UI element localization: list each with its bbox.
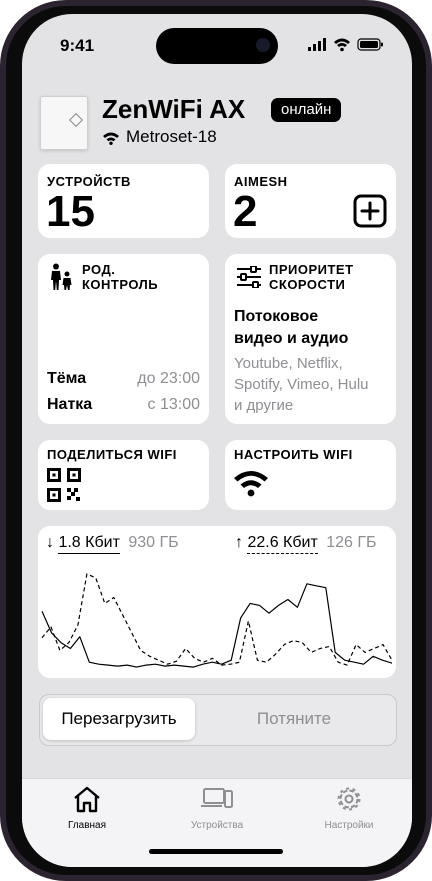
reboot-button[interactable]: Перезагрузить [43,698,195,740]
phone-frame: 9:41 ZenWiFi AX онлайн Metroset-18 УСТРО… [0,0,432,881]
priority-card[interactable]: ПРИОРИТЕТ СКОРОСТИ Потоковое видео и ауд… [225,254,396,424]
aimesh-card[interactable]: AIMESH 2 [225,164,396,238]
dynamic-island [156,28,278,64]
priority-mode-line1: Потоковое [234,308,319,325]
parental-row[interactable]: Тёма до 23:00 [47,370,200,388]
device-name: ZenWiFi AX [102,94,246,124]
camera-icon [256,38,270,52]
volume-down-button[interactable] [0,277,1,335]
wifi-icon [234,471,268,497]
tab-settings-label: Настройки [324,820,374,831]
volume-up-button[interactable] [0,205,1,263]
devices-icon [201,788,233,808]
wifi-status-icon [334,38,350,52]
parental-label-1: РОД. [82,262,116,277]
sliders-icon [237,266,261,288]
aimesh-count: 2 [233,187,258,236]
devices-count: 15 [46,187,95,236]
download-speed: 1.8 Кбит [58,534,120,554]
signal-icon [308,38,326,51]
priority-label-1: ПРИОРИТЕТ [269,262,354,277]
upload-stat: ↑ 22.6 Кбит 126 ГБ [235,534,377,554]
tab-devices-label: Устройства [190,820,244,831]
download-stat: ↓ 1.8 Кбит 930 ГБ [46,534,179,554]
plus-square-icon[interactable] [353,194,387,228]
upload-arrow-icon: ↑ [235,534,243,551]
parental-label-2: КОНТРОЛЬ [82,277,159,292]
priority-apps-line2: Spotify, Vimeo, Hulu [234,376,369,393]
home-indicator [149,849,283,854]
traffic-chart [41,573,393,668]
home-icon [74,786,100,813]
tab-home[interactable]: Главная [32,785,142,831]
status-time: 9:41 [60,36,95,55]
child-time: с 13:00 [147,396,200,413]
priority-apps-line1: Youtube, Netflix, [234,355,343,372]
pull-hint: Потяните [256,709,332,728]
battery-icon [357,38,383,51]
reboot-slider[interactable]: Перезагрузить Потяните [39,694,397,746]
priority-mode-line2: видео и аудио [234,330,349,347]
upload-series-line [41,573,393,666]
download-arrow-icon: ↓ [46,534,54,551]
action-button[interactable] [0,150,1,180]
qr-code-icon [47,468,81,502]
tab-home-label: Главная [67,820,107,831]
download-total: 930 ГБ [128,534,179,551]
tab-settings[interactable]: Настройки [294,785,404,831]
family-icon [51,263,72,290]
upload-total: 126 ГБ [326,534,377,551]
share-wifi-label: ПОДЕЛИТЬСЯ WIFI [47,447,177,462]
screen: 9:41 ZenWiFi AX онлайн Metroset-18 УСТРО… [22,14,412,867]
devices-card[interactable]: УСТРОЙСТВ 15 [38,164,209,238]
upload-speed: 22.6 Кбит [247,534,318,554]
setup-wifi-card[interactable]: НАСТРОИТЬ WIFI [225,440,396,510]
child-name: Натка [47,396,93,413]
download-series-line [41,583,393,668]
network-row: Metroset-18 [102,127,217,147]
child-time: до 23:00 [137,370,200,387]
priority-label-2: СКОРОСТИ [269,277,346,292]
share-wifi-card[interactable]: ПОДЕЛИТЬСЯ WIFI [38,440,209,510]
wifi-icon [103,132,119,145]
status-badge: онлайн [271,98,342,122]
network-name: Metroset-18 [126,127,217,146]
parental-row[interactable]: Натка с 13:00 [47,396,200,414]
parental-control-card[interactable]: РОД. КОНТРОЛЬ Тёма до 23:00 Натка с 13:0… [38,254,209,424]
tab-devices[interactable]: Устройства [162,785,272,831]
router-image [40,96,88,150]
status-icons [308,38,383,52]
setup-wifi-label: НАСТРОИТЬ WIFI [234,447,353,462]
gear-icon [337,787,361,811]
child-name: Тёма [47,370,87,387]
priority-apps-line3: и другие [234,397,294,414]
